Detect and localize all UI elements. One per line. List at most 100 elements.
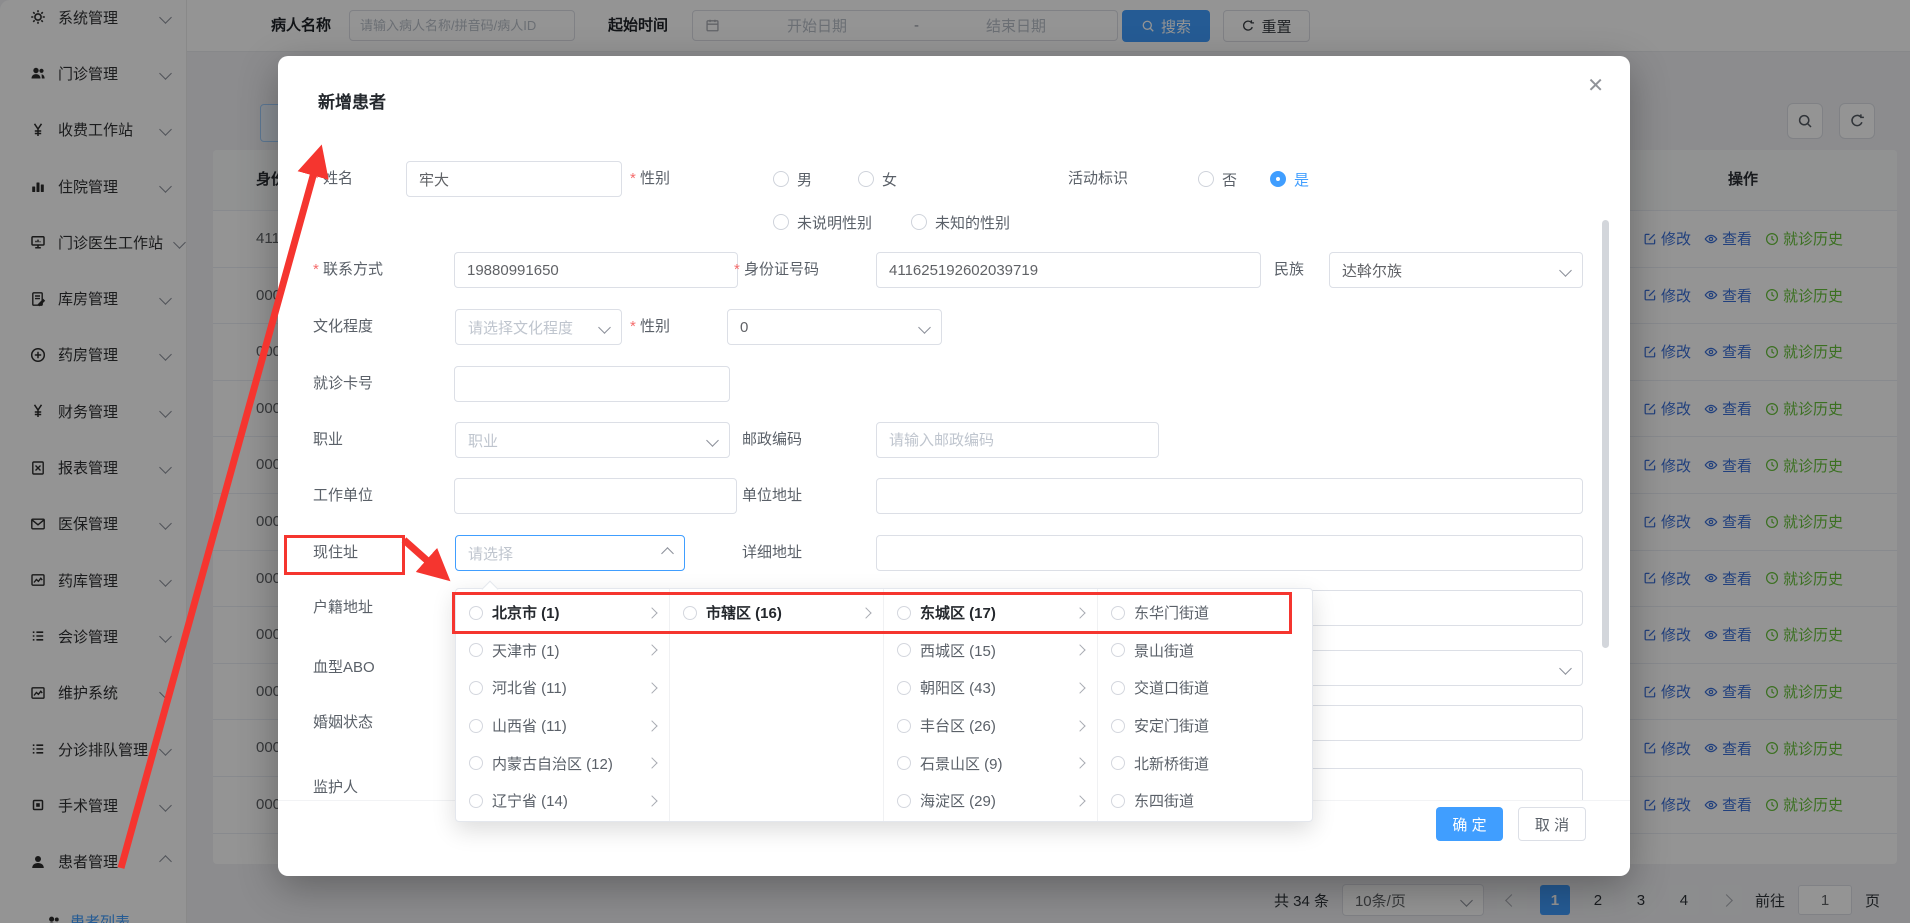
cascader-option-朝阳区 (43)[interactable]: 朝阳区 (43) (884, 669, 1097, 707)
radio-icon (683, 606, 697, 620)
radio-icon (469, 643, 483, 657)
employer-label: 工作单位 (313, 478, 373, 514)
radio-active-no[interactable]: 否 (1198, 161, 1237, 197)
radio-gender-unstated[interactable]: 未说明性别 (773, 204, 872, 240)
radio-icon (1111, 756, 1125, 770)
cascader-option-内蒙古自治区 (12)[interactable]: 内蒙古自治区 (12) (456, 744, 669, 782)
contact-input[interactable] (454, 252, 738, 288)
chevron-right-icon (1074, 720, 1085, 731)
cascader-option-北京市 (1)[interactable]: 北京市 (1) (456, 594, 669, 632)
cascader-column-4: 东华门街道景山街道交道口街道安定门街道北新桥街道东四街道 (1098, 589, 1312, 821)
radio-icon (1111, 719, 1125, 733)
cascader-option-交道口街道[interactable]: 交道口街道 (1098, 669, 1312, 707)
cascader-option-辽宁省 (14)[interactable]: 辽宁省 (14) (456, 782, 669, 820)
detail-address-input[interactable] (876, 535, 1583, 571)
current-address-label: 现住址 (313, 535, 358, 571)
chevron-right-icon (1074, 607, 1085, 618)
active-flag-label: 活动标识 (1068, 161, 1128, 197)
close-icon[interactable]: ✕ (1587, 76, 1604, 96)
cascader-option-西城区 (15)[interactable]: 西城区 (15) (884, 632, 1097, 670)
radio-icon (897, 681, 911, 695)
radio-icon (897, 794, 911, 808)
radio-icon (469, 606, 483, 620)
gender2-label: 性别 (630, 309, 670, 345)
radio-icon (469, 756, 483, 770)
card-number-label: 就诊卡号 (313, 366, 373, 402)
employer-address-input[interactable] (876, 478, 1583, 514)
cascader-option-丰台区 (26)[interactable]: 丰台区 (26) (884, 707, 1097, 745)
cascader-option-山西省 (11)[interactable]: 山西省 (11) (456, 707, 669, 745)
radio-icon (911, 214, 927, 230)
radio-icon (1111, 643, 1125, 657)
marital-status-label: 婚姻状态 (313, 705, 373, 741)
chevron-right-icon (646, 720, 657, 731)
cascader-option-河北省 (11)[interactable]: 河北省 (11) (456, 669, 669, 707)
chevron-right-icon (1074, 682, 1085, 693)
cascader-option-海淀区 (29)[interactable]: 海淀区 (29) (884, 782, 1097, 820)
name-label: 姓名 (313, 161, 353, 197)
education-select[interactable]: 请选择文化程度 (455, 309, 622, 345)
cascader-option-东华门街道[interactable]: 东华门街道 (1098, 594, 1312, 632)
cascader-option-石景山区 (9)[interactable]: 石景山区 (9) (884, 744, 1097, 782)
chevron-down-icon (598, 321, 611, 334)
radio-icon (1198, 171, 1214, 187)
cascader-column-1: 北京市 (1)天津市 (1)河北省 (11)山西省 (11)内蒙古自治区 (12… (456, 589, 670, 821)
chevron-right-icon (646, 607, 657, 618)
gender2-select[interactable]: 0 (727, 309, 942, 345)
radio-icon (858, 171, 874, 187)
radio-selected-icon (1270, 171, 1286, 187)
cascader-option-东四街道[interactable]: 东四街道 (1098, 782, 1312, 820)
idcard-label: 身份证号码 (734, 252, 819, 288)
confirm-button[interactable]: 确 定 (1436, 807, 1503, 841)
radio-icon (897, 606, 911, 620)
cascader-option-天津市 (1)[interactable]: 天津市 (1) (456, 632, 669, 670)
cascader-option-市辖区 (16)[interactable]: 市辖区 (16) (670, 594, 883, 632)
radio-icon (1111, 681, 1125, 695)
radio-icon (897, 643, 911, 657)
name-input[interactable] (406, 161, 622, 197)
postcode-input[interactable] (876, 422, 1159, 458)
radio-icon (1111, 606, 1125, 620)
radio-icon (469, 719, 483, 733)
education-label: 文化程度 (313, 309, 373, 345)
cascader-column-2: 市辖区 (16) (670, 589, 884, 821)
chevron-right-icon (646, 758, 657, 769)
chevron-down-icon (706, 434, 719, 447)
ethnicity-label: 民族 (1274, 252, 1304, 288)
gender-label: 性别 (630, 161, 670, 197)
radio-gender-unknown[interactable]: 未知的性别 (911, 204, 1010, 240)
modal-scrollbar[interactable] (1602, 220, 1609, 648)
app-root: 系统管理门诊管理收费工作站住院管理门诊医生工作站库房管理药房管理财务管理报表管理… (0, 0, 1910, 923)
chevron-right-icon (646, 682, 657, 693)
radio-icon (1111, 794, 1125, 808)
chevron-right-icon (1074, 795, 1085, 806)
chevron-right-icon (860, 607, 871, 618)
card-number-input[interactable] (454, 366, 730, 402)
chevron-down-icon (1559, 662, 1572, 675)
cascader-option-景山街道[interactable]: 景山街道 (1098, 632, 1312, 670)
cascader-option-北新桥街道[interactable]: 北新桥街道 (1098, 744, 1312, 782)
radio-active-yes[interactable]: 是 (1270, 161, 1309, 197)
postcode-label: 邮政编码 (742, 422, 802, 458)
chevron-up-icon (661, 547, 674, 560)
cascader-option-东城区 (17)[interactable]: 东城区 (17) (884, 594, 1097, 632)
chevron-down-icon (1559, 264, 1572, 277)
cancel-button[interactable]: 取 消 (1518, 807, 1586, 841)
radio-gender-male[interactable]: 男 (773, 161, 812, 197)
current-address-cascader[interactable]: 请选择 (455, 535, 685, 571)
cascader-option-安定门街道[interactable]: 安定门街道 (1098, 707, 1312, 745)
chevron-down-icon (918, 321, 931, 334)
cascader-column-3: 东城区 (17)西城区 (15)朝阳区 (43)丰台区 (26)石景山区 (9)… (884, 589, 1098, 821)
idcard-input[interactable] (876, 252, 1261, 288)
employer-input[interactable] (454, 478, 737, 514)
blood-type-label: 血型ABO (313, 650, 375, 686)
chevron-right-icon (1074, 645, 1085, 656)
registered-address-label: 户籍地址 (313, 590, 373, 626)
address-cascader-dropdown: 北京市 (1)天津市 (1)河北省 (11)山西省 (11)内蒙古自治区 (12… (455, 588, 1313, 822)
ethnicity-select[interactable]: 达斡尔族 (1329, 252, 1583, 288)
radio-gender-female[interactable]: 女 (858, 161, 897, 197)
chevron-right-icon (1074, 758, 1085, 769)
radio-icon (897, 719, 911, 733)
occupation-select[interactable]: 职业 (455, 422, 730, 458)
contact-label: 联系方式 (313, 252, 383, 288)
